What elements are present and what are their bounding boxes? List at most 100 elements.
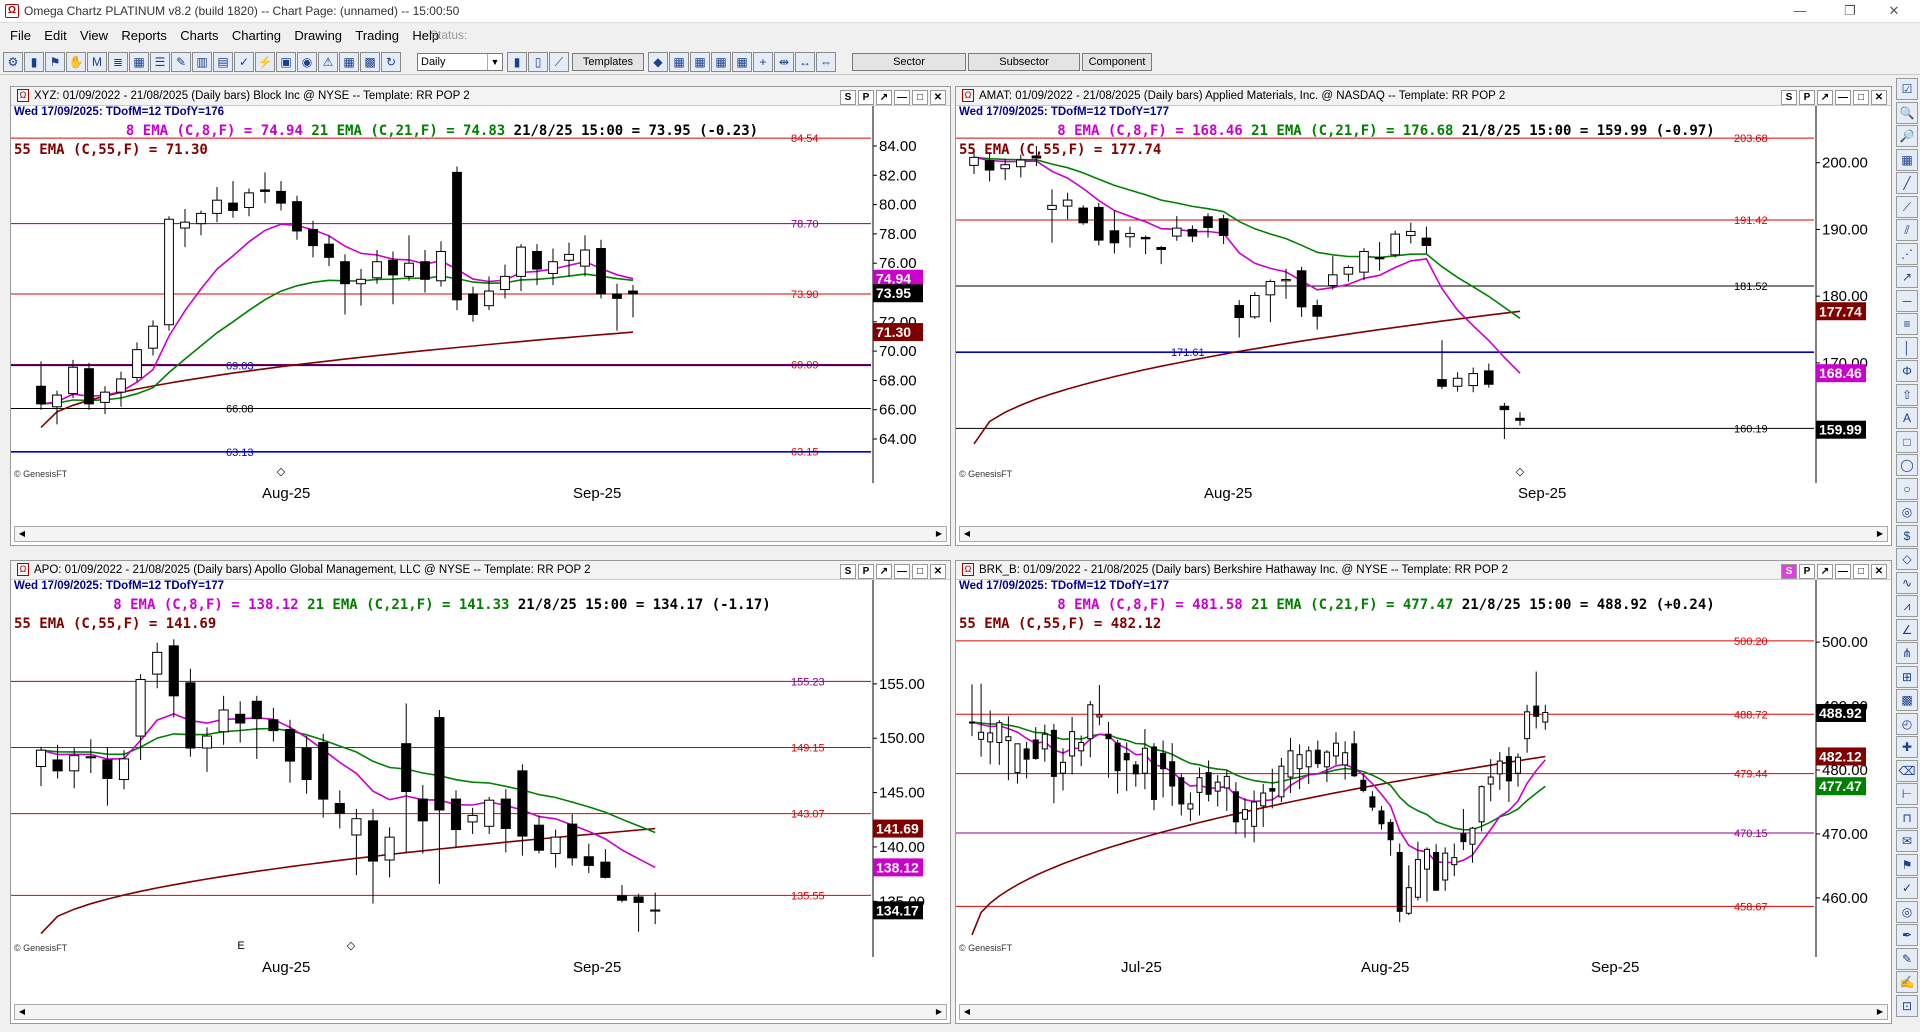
s-button[interactable]: S: [840, 90, 856, 105]
brush-icon[interactable]: ✍: [1896, 971, 1918, 993]
alert-icon[interactable]: ⚠: [318, 52, 338, 72]
minimize-panel-button[interactable]: —: [1835, 90, 1851, 105]
check-icon[interactable]: ✓: [234, 52, 254, 72]
target-icon[interactable]: ◎: [1896, 900, 1918, 923]
chart-panel-apo[interactable]: Ω APO: 01/09/2022 - 21/08/2025 (Daily bar…: [10, 560, 951, 1024]
minimize-button[interactable]: —: [1780, 2, 1820, 20]
scroll-left-icon[interactable]: ◀: [960, 1005, 974, 1019]
scan-icon[interactable]: ▤: [213, 52, 233, 72]
popout-icon[interactable]: ↗: [876, 90, 892, 105]
grid-icon[interactable]: ▩: [360, 52, 380, 72]
zoom-in-icon[interactable]: 🔍: [1896, 101, 1918, 124]
pencil-icon[interactable]: ✎: [1896, 947, 1918, 970]
ruler-icon[interactable]: ⊢: [1896, 783, 1918, 805]
split-icon[interactable]: ⇹: [774, 52, 794, 72]
chart-plot-area[interactable]: 500.20488.72479.44470.15458.67500.00490.…: [956, 580, 1891, 957]
line-chart-icon[interactable]: ⟋: [549, 52, 569, 72]
template-2-icon[interactable]: ▦: [669, 52, 689, 72]
checklist-icon[interactable]: ☑: [1896, 78, 1918, 100]
cross-icon[interactable]: ✚: [1896, 736, 1918, 758]
sector-button[interactable]: Sector: [852, 53, 966, 71]
horizontal-scrollbar[interactable]: ◀ ▶: [959, 1004, 1888, 1020]
settings-icon[interactable]: ⚙: [3, 52, 23, 72]
grid-icon[interactable]: ▦: [1896, 148, 1918, 171]
minimize-panel-button[interactable]: —: [894, 90, 910, 105]
horizontal-line-icon[interactable]: ─: [1896, 289, 1918, 312]
popout-icon[interactable]: ↗: [876, 564, 892, 579]
arrow-up-icon[interactable]: ⇧: [1896, 383, 1918, 406]
gann-icon[interactable]: ⊞: [1896, 665, 1918, 688]
table-icon[interactable]: ▦: [129, 52, 149, 72]
p-button[interactable]: P: [1799, 564, 1815, 579]
hand-icon[interactable]: ✋: [66, 52, 86, 72]
subsector-button[interactable]: Subsector: [968, 53, 1080, 71]
scroll-left-icon[interactable]: ◀: [15, 527, 29, 541]
check-icon[interactable]: ✓: [1896, 877, 1918, 899]
component-button[interactable]: Component: [1082, 53, 1152, 71]
ellipse-icon[interactable]: ◯: [1896, 454, 1918, 476]
minimize-panel-button[interactable]: —: [894, 564, 910, 579]
fan-icon[interactable]: ⋰: [1896, 242, 1918, 265]
wave-icon[interactable]: ∿: [1896, 571, 1918, 594]
popout-icon[interactable]: ↗: [1817, 564, 1833, 579]
vertical-line-icon[interactable]: │: [1896, 336, 1918, 359]
templates-button[interactable]: Templates: [572, 53, 644, 71]
menu-trading[interactable]: Trading: [355, 28, 399, 43]
maximize-panel-button[interactable]: □: [1853, 564, 1869, 579]
chart-plot-area[interactable]: 155.23 149.15 143.07 135.55 E ◇ 155.00 150.00 14…: [11, 580, 950, 957]
menu-reports[interactable]: Reports: [121, 28, 167, 43]
dollar-icon[interactable]: $: [1896, 524, 1918, 547]
menu-charts[interactable]: Charts: [180, 28, 218, 43]
zigzag-icon[interactable]: ⩘: [1896, 595, 1918, 617]
shrink-icon[interactable]: ⇔: [816, 52, 836, 72]
trendline-icon[interactable]: ⟋: [1896, 195, 1918, 218]
text-a-icon[interactable]: A: [1896, 407, 1918, 429]
list-icon[interactable]: ☰: [150, 52, 170, 72]
close-panel-button[interactable]: ✕: [930, 90, 946, 105]
circle-icon[interactable]: ○: [1896, 477, 1918, 500]
s-button[interactable]: S: [840, 564, 856, 579]
horizontal-scrollbar[interactable]: ◀ ▶: [959, 526, 1888, 542]
eraser-icon[interactable]: ⌫: [1896, 759, 1918, 782]
arrow-icon[interactable]: ↗: [1896, 266, 1918, 288]
bolt-icon[interactable]: ⚡: [255, 52, 275, 72]
scroll-left-icon[interactable]: ◀: [15, 1005, 29, 1019]
close-button[interactable]: ✕: [1874, 2, 1914, 20]
maximize-panel-button[interactable]: □: [1853, 90, 1869, 105]
menu-charting[interactable]: Charting: [232, 28, 281, 43]
channel-icon[interactable]: ⫽: [1896, 219, 1918, 241]
angle-icon[interactable]: ∠: [1896, 618, 1918, 641]
close-panel-button[interactable]: ✕: [1871, 90, 1887, 105]
template-4-icon[interactable]: ▦: [711, 52, 731, 72]
template-1-icon[interactable]: ◆: [648, 52, 668, 72]
chart-panel-amat[interactable]: Ω AMAT: 01/09/2022 - 21/08/2025 (Daily ba…: [955, 86, 1892, 546]
crosshair-icon[interactable]: +: [753, 52, 773, 72]
popout-icon[interactable]: ↗: [1817, 90, 1833, 105]
scroll-right-icon[interactable]: ▶: [1873, 1005, 1887, 1019]
s-button[interactable]: S: [1781, 564, 1797, 579]
columns-icon[interactable]: ▦: [339, 52, 359, 72]
bar-chart-icon[interactable]: ▮: [507, 52, 527, 72]
menu-drawing[interactable]: Drawing: [294, 28, 342, 43]
menu-view[interactable]: View: [80, 28, 108, 43]
stamp-icon[interactable]: ⊡: [1896, 994, 1918, 1017]
maximize-button[interactable]: ❐: [1830, 2, 1870, 20]
chart-panel-brkb[interactable]: Ω BRK_B: 01/09/2022 - 21/08/2025 (Daily b…: [955, 560, 1892, 1024]
chart-plot-area[interactable]: 203.68 191.42 181.52 171.61 160.19 ◇ 200.00 190…: [956, 106, 1891, 483]
p-button[interactable]: P: [858, 90, 874, 105]
record-icon[interactable]: ◉: [297, 52, 317, 72]
s-button[interactable]: S: [1781, 90, 1797, 105]
box-icon[interactable]: □: [1896, 430, 1918, 453]
expand-icon[interactable]: ↔: [795, 52, 815, 72]
chart-panel-xyz[interactable]: Ω XYZ: 01/09/2022 - 21/08/2025 (Daily bar…: [10, 86, 951, 546]
zoom-out-icon[interactable]: 🔎: [1896, 125, 1918, 147]
menu-file[interactable]: File: [10, 28, 31, 43]
scroll-left-icon[interactable]: ◀: [960, 527, 974, 541]
flag-icon[interactable]: ⚑: [1896, 853, 1918, 876]
fib-icon[interactable]: Φ: [1896, 360, 1918, 382]
scroll-right-icon[interactable]: ▶: [932, 527, 946, 541]
layout-icon[interactable]: ▣: [276, 52, 296, 72]
maximize-panel-button[interactable]: □: [912, 90, 928, 105]
template-5-icon[interactable]: ▦: [732, 52, 752, 72]
refresh-icon[interactable]: ↻: [381, 52, 401, 72]
